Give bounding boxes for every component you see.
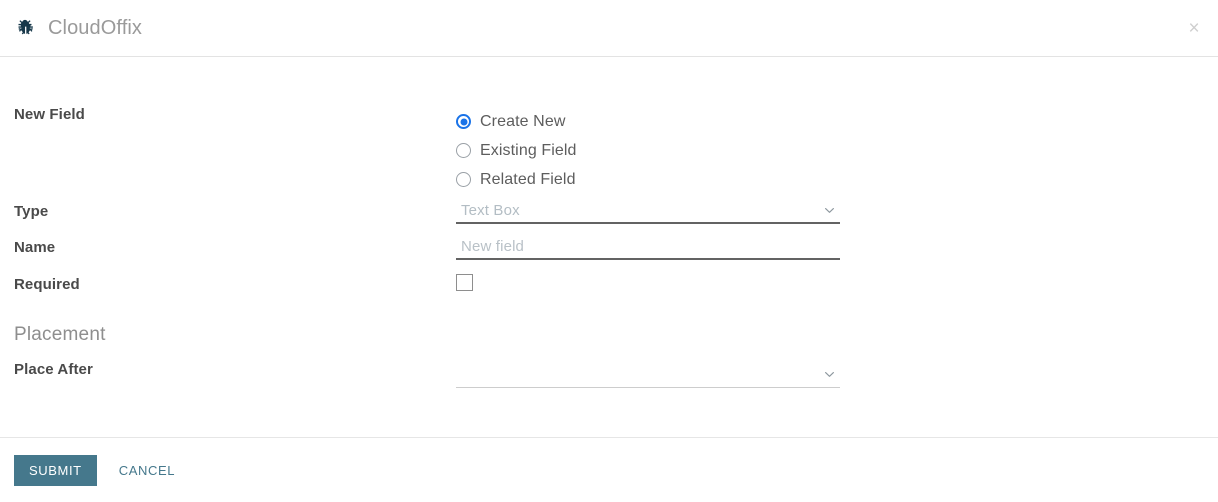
place-after-select[interactable] bbox=[456, 360, 840, 388]
new-field-label-col: New Field bbox=[0, 106, 456, 124]
required-checkbox[interactable] bbox=[456, 274, 473, 291]
placement-heading: Placement bbox=[14, 324, 106, 345]
close-icon[interactable]: × bbox=[1182, 16, 1206, 40]
name-field-col: New field bbox=[456, 239, 840, 260]
dialog-title: CloudOffix bbox=[48, 17, 143, 39]
row-name: Name New field bbox=[0, 239, 1218, 260]
required-label-col: Required bbox=[0, 276, 456, 294]
name-label: Name bbox=[14, 239, 56, 256]
required-field-col bbox=[456, 274, 840, 291]
radio-existing-field[interactable]: Existing Field bbox=[456, 136, 840, 165]
radio-create-new-label: Create New bbox=[480, 112, 566, 130]
new-field-dialog: CloudOffix × New Field Create New Existi… bbox=[0, 0, 1218, 502]
dialog-body: New Field Create New Existing Field Rela… bbox=[0, 57, 1218, 437]
dialog-footer: SUBMIT CANCEL bbox=[0, 437, 1218, 502]
row-new-field: New Field Create New Existing Field Rela… bbox=[0, 106, 1218, 194]
chevron-down-icon bbox=[822, 367, 836, 381]
new-field-radio-group: Create New Existing Field Related Field bbox=[456, 107, 840, 194]
type-label-col: Type bbox=[0, 203, 456, 221]
type-label: Type bbox=[14, 203, 49, 220]
place-after-field-col bbox=[456, 362, 840, 388]
row-type: Type Text Box bbox=[0, 203, 1218, 224]
submit-button[interactable]: SUBMIT bbox=[14, 454, 97, 486]
name-label-col: Name bbox=[0, 239, 456, 257]
name-input-wrapper[interactable]: New field bbox=[456, 232, 840, 260]
row-place-after: Place After bbox=[0, 361, 1218, 388]
type-select[interactable]: Text Box bbox=[456, 196, 840, 224]
bug-icon bbox=[14, 17, 36, 39]
placement-heading-col: Placement bbox=[0, 324, 456, 346]
row-placement-heading: Placement bbox=[0, 324, 1218, 346]
radio-related-field[interactable]: Related Field bbox=[456, 165, 840, 194]
cancel-button[interactable]: CANCEL bbox=[119, 455, 175, 486]
type-field-col: Text Box bbox=[456, 203, 840, 224]
brand: CloudOffix bbox=[14, 17, 142, 39]
name-input-placeholder: New field bbox=[461, 237, 525, 255]
dialog-header: CloudOffix × bbox=[0, 0, 1218, 57]
new-field-label: New Field bbox=[14, 106, 85, 123]
place-after-label: Place After bbox=[14, 361, 93, 378]
new-field-options: Create New Existing Field Related Field bbox=[456, 107, 840, 194]
radio-related-field-label: Related Field bbox=[480, 170, 576, 188]
place-after-label-col: Place After bbox=[0, 361, 456, 379]
type-select-value: Text Box bbox=[461, 201, 520, 219]
chevron-down-icon bbox=[822, 203, 836, 217]
radio-mark-icon bbox=[456, 172, 471, 187]
row-required: Required bbox=[0, 274, 1218, 294]
radio-create-new[interactable]: Create New bbox=[456, 107, 840, 136]
radio-mark-selected-icon bbox=[456, 114, 471, 129]
required-label: Required bbox=[14, 276, 80, 293]
radio-existing-field-label: Existing Field bbox=[480, 141, 577, 159]
radio-mark-icon bbox=[456, 143, 471, 158]
